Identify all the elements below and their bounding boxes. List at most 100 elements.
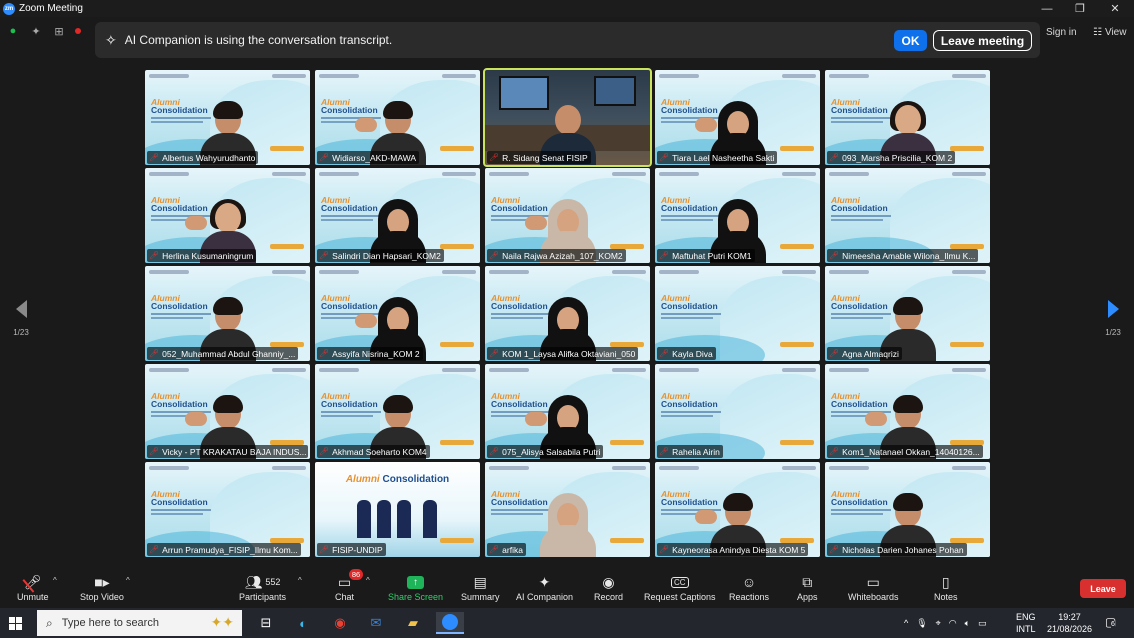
participant-video-tile[interactable]: Alumni Consolidation 🎤︎ Kom1_Natanael Okkan…	[825, 364, 990, 459]
tray-expand-icon[interactable]: ^	[904, 618, 908, 628]
participant-name-label: 🎤︎ Maftuhat Putri KOM1	[657, 249, 755, 262]
participant-video-tile[interactable]: Alumni Consolidation 🎤︎ Rahelia Airin	[655, 364, 820, 459]
view-grid-icon: ☷	[1093, 27, 1102, 38]
task-view-icon[interactable]: ⊟	[252, 612, 280, 634]
muted-mic-icon: 🎤︎	[829, 447, 840, 456]
security-shield-icon[interactable]: ●	[6, 24, 20, 38]
prev-page-arrow-icon[interactable]	[15, 300, 27, 318]
participant-video-tile[interactable]: Alumni Consolidation 🎤︎ 093_Marsha Priscili…	[825, 70, 990, 165]
request-captions-button[interactable]: CC Request Captions	[644, 574, 716, 602]
participant-video-tile[interactable]: Alumni Consolidation 🎤︎ FISIP-UNDIP	[315, 462, 480, 557]
background-title-line-2: Consolidation	[151, 497, 208, 507]
room-screen-right	[594, 76, 636, 106]
next-page-arrow-icon[interactable]	[1107, 300, 1119, 318]
logo-strip	[612, 270, 646, 274]
participant-video-tile[interactable]: Alumni Consolidation 🎤︎ Naila Rajwa Azizah_…	[485, 168, 650, 263]
language-indicator[interactable]: ENG INTL	[1016, 611, 1036, 635]
hand-gesture	[525, 216, 547, 230]
outlook-mail-icon[interactable]: ✉	[362, 612, 390, 634]
participant-video-tile[interactable]: Alumni Consolidation 🎤︎ Salindri Dian Hapsa…	[315, 168, 480, 263]
logo-strip	[272, 368, 306, 372]
taskbar-clock[interactable]: 19:27 21/08/2026	[1047, 611, 1092, 635]
ai-sparkle-icon[interactable]: ✦	[29, 24, 43, 38]
meeting-info-icons: ● ✦ ⊞	[6, 24, 81, 38]
participant-video-tile[interactable]: Alumni Consolidation 🎤︎ Widiarso_AKD-MAWA	[315, 70, 480, 165]
participant-video-tile[interactable]: Alumni Consolidation 🎤︎ Arrun Pramudya_FISI…	[145, 462, 310, 557]
background-subtitle	[661, 313, 721, 315]
unmute-button[interactable]: 🎤︎ Unmute ^	[17, 571, 57, 602]
battery-icon[interactable]: ▭	[978, 618, 987, 629]
participants-caret-icon[interactable]: ^	[298, 576, 302, 585]
participant-video-tile[interactable]: Alumni Consolidation 🎤︎ Nimeesha Amable Wil…	[825, 168, 990, 263]
ai-companion-button[interactable]: ✦ AI Companion	[516, 574, 573, 603]
participant-video-tile[interactable]: Alumni Consolidation 🎤︎ Nicholas Darien Joh…	[825, 462, 990, 557]
edge-browser-icon[interactable]: ◐	[289, 612, 317, 634]
participant-video-tile[interactable]: Alumni Consolidation 🎤︎ 075_Alisya Salsabil…	[485, 364, 650, 459]
file-explorer-icon[interactable]: ▰	[399, 612, 427, 634]
zoom-taskbar-icon[interactable]	[436, 612, 464, 634]
participant-video-tile[interactable]: Alumni Consolidation 🎤︎ Kayneorasa Anindya …	[655, 462, 820, 557]
participant-video-tile[interactable]: Alumni Consolidation 🎤︎ Albertus Wahyurudha…	[145, 70, 310, 165]
search-icon: ⌕	[46, 615, 53, 630]
prev-page-nav[interactable]: 1/23	[6, 300, 36, 337]
participant-video-tile[interactable]: Alumni Consolidation 🎤︎ Maftuhat Putri KOM1	[655, 168, 820, 263]
participant-video-tile[interactable]: Alumni Consolidation 🎤︎ KOM 1_Laysa Alifka …	[485, 266, 650, 361]
logo-strip	[952, 368, 986, 372]
participant-video-tile[interactable]: Alumni Consolidation 🎤︎ Tiara Lael Nasheeth…	[655, 70, 820, 165]
hand-gesture	[355, 314, 377, 328]
participant-video-tile[interactable]: Alumni Consolidation 🎤︎ Vicky - PT KRAKATAU…	[145, 364, 310, 459]
summary-label: Summary	[461, 592, 500, 602]
location-tray-icon[interactable]: ⌖	[936, 618, 941, 629]
reactions-button[interactable]: ☺ Reactions	[729, 574, 769, 602]
minimize-button[interactable]: —	[1030, 0, 1064, 17]
participant-video-tile[interactable]: Alumni Consolidation 🎤︎ arfika	[485, 462, 650, 557]
maximize-button[interactable]: ❐	[1063, 0, 1097, 17]
ok-button[interactable]: OK	[894, 30, 927, 51]
wifi-icon[interactable]: ◠	[949, 618, 957, 629]
sign-in-link[interactable]: Sign in	[1046, 27, 1077, 38]
notes-button[interactable]: ▯ Notes	[934, 574, 958, 603]
taskbar-search-box[interactable]: ⌕ Type here to search ✦✦	[37, 610, 242, 636]
leave-meeting-button[interactable]: Leave meeting	[933, 30, 1032, 51]
record-button[interactable]: ◉ Record	[594, 574, 623, 603]
leave-button[interactable]: Leave	[1080, 579, 1126, 598]
background-subtitle	[831, 215, 891, 217]
windows-start-icon[interactable]	[9, 617, 22, 630]
apps-icon: ⧉	[802, 573, 813, 590]
grid-icon[interactable]: ⊞	[52, 24, 66, 38]
participant-video-tile[interactable]: 🎤︎ R. Sidang Senat FISIP	[483, 68, 652, 167]
chat-button[interactable]: ▭ 86 Chat ^	[335, 569, 370, 602]
notification-center-icon[interactable]: ▢6	[1105, 615, 1116, 629]
participants-button[interactable]: 👥︎ 552 Participants ^	[239, 574, 302, 603]
chrome-browser-icon[interactable]: ◉	[326, 612, 354, 634]
participant-video-tile[interactable]: Alumni Consolidation 🎤︎ Herlina Kusumaningr…	[145, 168, 310, 263]
participant-video-tile[interactable]: Alumni Consolidation 🎤︎ Assyifa Nisrina_KOM…	[315, 266, 480, 361]
participant-name: FISIP-UNDIP	[332, 544, 383, 555]
video-options-caret-icon[interactable]: ^	[126, 576, 130, 585]
stop-video-button[interactable]: ■▸ Stop Video ^	[80, 574, 130, 603]
background-title-line-2: Consolidation	[831, 203, 888, 213]
logo-strip	[829, 270, 869, 274]
microphone-tray-icon[interactable]: 🎙︎	[916, 618, 927, 629]
summary-button[interactable]: ▤ Summary	[461, 574, 500, 603]
participant-video-tile[interactable]: Alumni Consolidation 🎤︎ 052_Muhammad Abdul …	[145, 266, 310, 361]
audio-options-caret-icon[interactable]: ^	[53, 576, 57, 585]
chat-caret-icon[interactable]: ^	[366, 576, 370, 585]
participant-name-label: 🎤︎ 075_Alisya Salsabila Putri	[487, 445, 604, 458]
apps-button[interactable]: ⧉ Apps	[797, 573, 818, 603]
participant-video-tile[interactable]: Alumni Consolidation 🎤︎ Kayla Diva	[655, 266, 820, 361]
volume-icon[interactable]: 🔈︎	[965, 618, 970, 629]
view-button[interactable]: ☷ View	[1093, 27, 1126, 38]
close-window-button[interactable]: ✕	[1098, 0, 1132, 17]
participant-name: Rahelia Airin	[672, 446, 720, 457]
view-label: View	[1104, 27, 1127, 38]
share-screen-button[interactable]: ↑ Share Screen	[388, 574, 443, 602]
participant-video-tile[interactable]: Alumni Consolidation 🎤︎ Akhmad Soeharto KOM…	[315, 364, 480, 459]
next-page-nav[interactable]: 1/23	[1098, 300, 1128, 337]
logo-strip	[612, 466, 646, 470]
participant-video-tile[interactable]: Alumni Consolidation 🎤︎ Agna Almaqrizi	[825, 266, 990, 361]
search-highlight-icon: ✦✦	[210, 614, 234, 630]
whiteboards-button[interactable]: ▭ Whiteboards	[848, 574, 899, 603]
clock-date: 21/08/2026	[1047, 624, 1093, 634]
event-pill	[950, 146, 984, 151]
